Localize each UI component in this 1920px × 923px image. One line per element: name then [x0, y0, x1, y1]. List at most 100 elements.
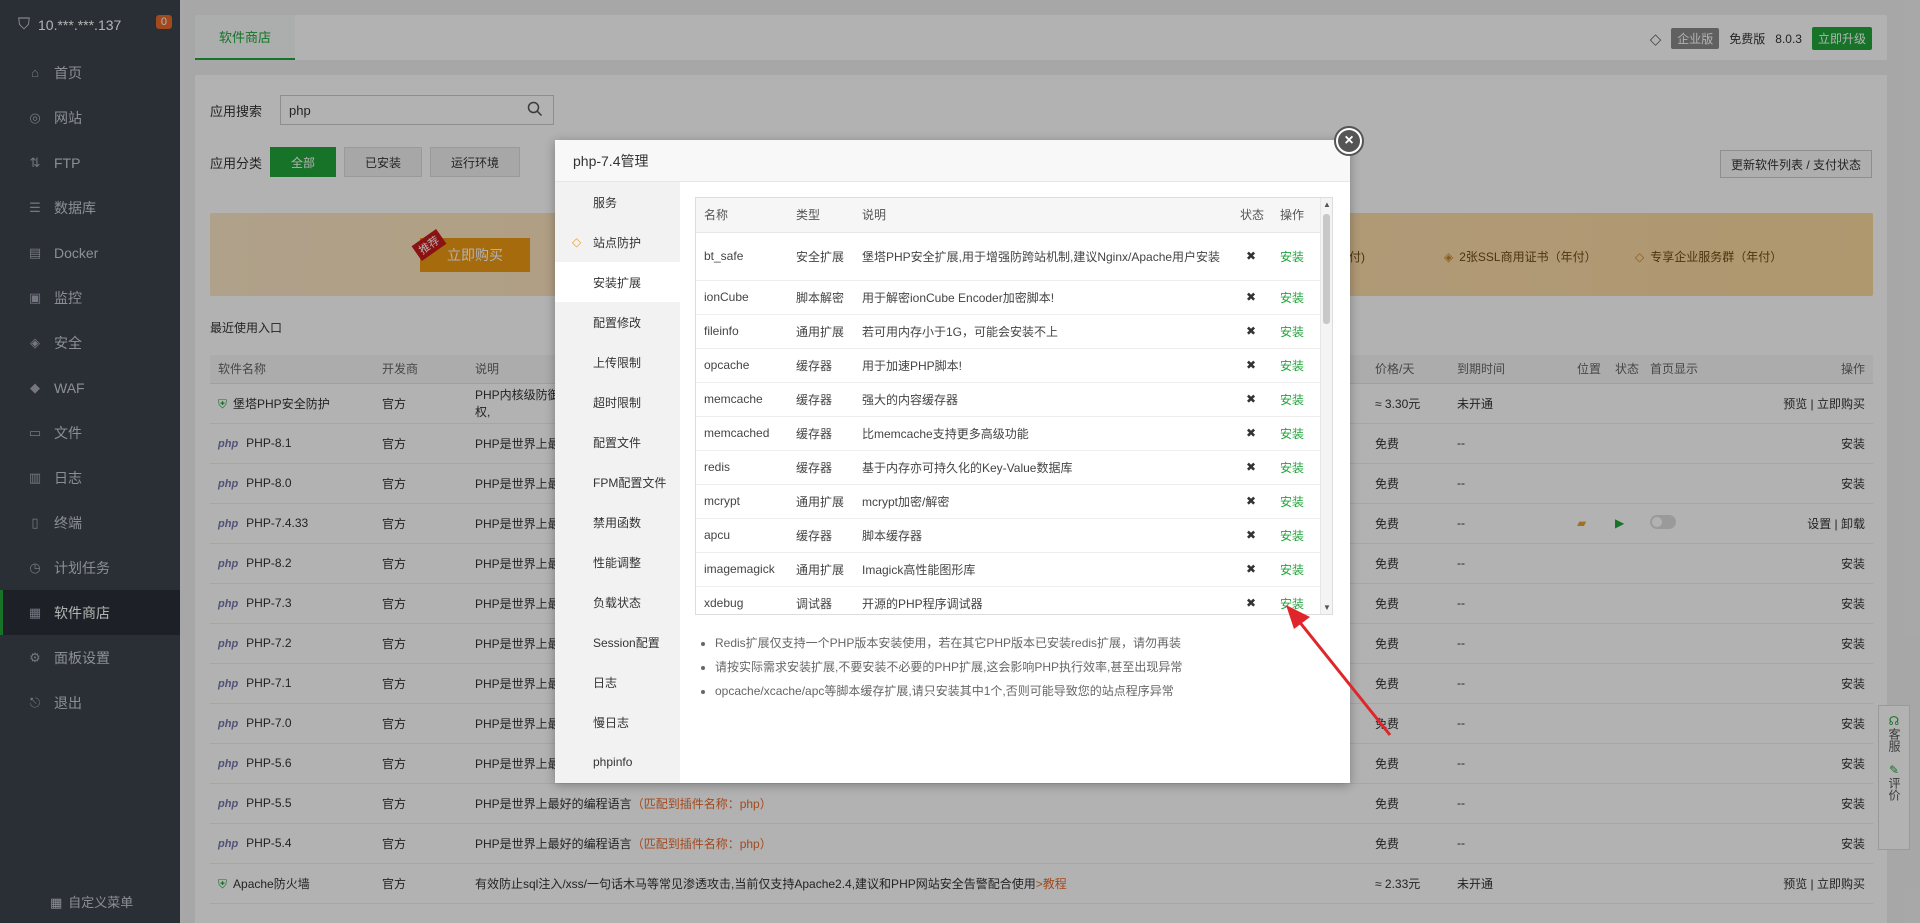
- modal-menu-label: phpinfo: [593, 755, 633, 769]
- extension-row: bt_safe 安全扩展 堡塔PHP安全扩展,用于增强防跨站机制,建议Nginx/A…: [696, 232, 1322, 281]
- modal-menu-item[interactable]: Session配置: [555, 622, 680, 662]
- modal-menu-label: 慢日志: [593, 715, 630, 730]
- modal-menu-item[interactable]: 慢日志: [555, 702, 680, 742]
- ext-name: mcrypt: [696, 484, 788, 519]
- not-installed-icon: ✖: [1232, 314, 1272, 349]
- modal-menu-label: 服务: [593, 195, 618, 210]
- extension-row: memcache 缓存器 强大的内容缓存器 ✖ 安装: [696, 382, 1322, 417]
- extension-table-wrapper[interactable]: 名称 类型 说明 状态 操作 bt_safe 安全扩展 堡塔PHP安全扩展,用于增强防跨站机…: [695, 197, 1333, 615]
- install-button[interactable]: 安装: [1272, 416, 1322, 451]
- ext-name: fileinfo: [696, 314, 788, 349]
- extension-row: redis 缓存器 基于内存亦可持久化的Key-Value数据库 ✖ 安装: [696, 450, 1322, 485]
- extension-row: opcache 缓存器 用于加速PHP脚本! ✖ 安装: [696, 348, 1322, 383]
- install-button[interactable]: 安装: [1272, 232, 1322, 281]
- ext-desc: 用于加速PHP脚本!: [854, 348, 1232, 383]
- ext-column-header: 类型: [788, 198, 854, 233]
- modal-menu-label: 上传限制: [593, 355, 642, 370]
- ext-desc: 开源的PHP程序调试器: [854, 586, 1232, 614]
- extension-row: fileinfo 通用扩展 若可用内存小于1G，可能会安装不上 ✖ 安装: [696, 314, 1322, 349]
- modal-menu-item[interactable]: 服务: [555, 182, 680, 222]
- modal-menu-label: 日志: [593, 675, 618, 690]
- modal-menu-item[interactable]: 配置修改: [555, 302, 680, 342]
- ext-name: apcu: [696, 518, 788, 553]
- modal-menu-label: FPM配置文件: [593, 475, 667, 490]
- modal-menu-item[interactable]: 禁用函数: [555, 502, 680, 542]
- tip-item: Redis扩展仅支持一个PHP版本安装使用，若在其它PHP版本已安装redis扩…: [715, 631, 1333, 655]
- ext-type: 缓存器: [788, 450, 854, 485]
- ext-desc: Imagick高性能图形库: [854, 552, 1232, 587]
- install-button[interactable]: 安装: [1272, 382, 1322, 417]
- ext-type: 安全扩展: [788, 232, 854, 281]
- extension-row: imagemagick 通用扩展 Imagick高性能图形库 ✖ 安装: [696, 552, 1322, 587]
- extension-row: ionCube 脚本解密 用于解密ionCube Encoder加密脚本! ✖ 安装: [696, 280, 1322, 315]
- ext-name: opcache: [696, 348, 788, 383]
- not-installed-icon: ✖: [1232, 382, 1272, 417]
- ext-desc: mcrypt加密/解密: [854, 484, 1232, 519]
- ext-name: memcached: [696, 416, 788, 451]
- ext-desc: 若可用内存小于1G，可能会安装不上: [854, 314, 1232, 349]
- modal-menu-item[interactable]: 上传限制: [555, 342, 680, 382]
- install-button[interactable]: 安装: [1272, 348, 1322, 383]
- install-button[interactable]: 安装: [1272, 450, 1322, 485]
- not-installed-icon: ✖: [1232, 450, 1272, 485]
- diamond-icon: ◇: [572, 235, 582, 249]
- not-installed-icon: ✖: [1232, 484, 1272, 519]
- ext-column-header: 说明: [854, 198, 1232, 233]
- modal-menu-item[interactable]: ◇ 站点防护: [555, 222, 680, 262]
- install-button[interactable]: 安装: [1272, 314, 1322, 349]
- extension-row: mcrypt 通用扩展 mcrypt加密/解密 ✖ 安装: [696, 484, 1322, 519]
- ext-type: 脚本解密: [788, 280, 854, 315]
- modal-menu-label: 站点防护: [593, 235, 642, 250]
- ext-name: redis: [696, 450, 788, 485]
- ext-name: bt_safe: [696, 232, 788, 281]
- ext-type: 缓存器: [788, 416, 854, 451]
- ext-desc: 用于解密ionCube Encoder加密脚本!: [854, 280, 1232, 315]
- modal-menu-item[interactable]: phpinfo: [555, 742, 680, 782]
- php-manage-modal: php-7.4管理 × 服务 ◇ 站点防护 安装扩展 配置修改 上传限制 超时限制 配置文件 F…: [555, 126, 1364, 783]
- ext-desc: 强大的内容缓存器: [854, 382, 1232, 417]
- modal-menu-item[interactable]: 配置文件: [555, 422, 680, 462]
- not-installed-icon: ✖: [1232, 232, 1272, 281]
- not-installed-icon: ✖: [1232, 552, 1272, 587]
- modal-close-button[interactable]: ×: [1334, 126, 1364, 156]
- extension-table-header: 名称 类型 说明 状态 操作: [696, 198, 1322, 233]
- ext-type: 缓存器: [788, 518, 854, 553]
- ext-column-header: 操作: [1272, 198, 1322, 233]
- extension-row: memcached 缓存器 比memcache支持更多高级功能 ✖ 安装: [696, 416, 1322, 451]
- ext-type: 调试器: [788, 586, 854, 614]
- scroll-up-icon[interactable]: ▲: [1323, 200, 1331, 209]
- modal-menu-label: 配置修改: [593, 315, 642, 330]
- not-installed-icon: ✖: [1232, 348, 1272, 383]
- extension-table: 名称 类型 说明 状态 操作 bt_safe 安全扩展 堡塔PHP安全扩展,用于增强防跨站机…: [696, 198, 1322, 614]
- tip-item: 请按实际需求安装扩展,不要安装不必要的PHP扩展,这会影响PHP执行效率,甚至出…: [715, 655, 1333, 679]
- modal-menu-label: 禁用函数: [593, 515, 642, 530]
- install-button[interactable]: 安装: [1272, 552, 1322, 587]
- scroll-thumb[interactable]: [1323, 214, 1330, 324]
- modal-menu-item[interactable]: 安装扩展: [555, 262, 680, 302]
- modal-menu-label: 性能调整: [593, 555, 642, 570]
- not-installed-icon: ✖: [1232, 416, 1272, 451]
- modal-menu-label: Session配置: [593, 635, 660, 650]
- install-button[interactable]: 安装: [1272, 280, 1322, 315]
- modal-menu-label: 负载状态: [593, 595, 642, 610]
- extension-tips: Redis扩展仅支持一个PHP版本安装使用，若在其它PHP版本已安装redis扩…: [695, 631, 1333, 703]
- ext-name: memcache: [696, 382, 788, 417]
- modal-menu-item[interactable]: 性能调整: [555, 542, 680, 582]
- extension-scrollbar[interactable]: ▲ ▼: [1320, 198, 1332, 614]
- modal-main: 名称 类型 说明 状态 操作 bt_safe 安全扩展 堡塔PHP安全扩展,用于增强防跨站机…: [695, 197, 1333, 703]
- ext-name: ionCube: [696, 280, 788, 315]
- modal-menu-item[interactable]: 超时限制: [555, 382, 680, 422]
- modal-menu-item[interactable]: 日志: [555, 662, 680, 702]
- tip-item: opcache/xcache/apc等脚本缓存扩展,请只安装其中1个,否则可能导…: [715, 679, 1333, 703]
- not-installed-icon: ✖: [1232, 586, 1272, 614]
- modal-menu-label: 安装扩展: [593, 275, 642, 290]
- ext-desc: 堡塔PHP安全扩展,用于增强防跨站机制,建议Nginx/Apache用户安装: [854, 232, 1232, 281]
- modal-menu-item[interactable]: 负载状态: [555, 582, 680, 622]
- install-button[interactable]: 安装: [1272, 484, 1322, 519]
- not-installed-icon: ✖: [1232, 518, 1272, 553]
- not-installed-icon: ✖: [1232, 280, 1272, 315]
- install-button[interactable]: 安装: [1272, 518, 1322, 553]
- red-arrow-annotation: [1286, 605, 1392, 736]
- ext-type: 通用扩展: [788, 484, 854, 519]
- modal-menu-item[interactable]: FPM配置文件: [555, 462, 680, 502]
